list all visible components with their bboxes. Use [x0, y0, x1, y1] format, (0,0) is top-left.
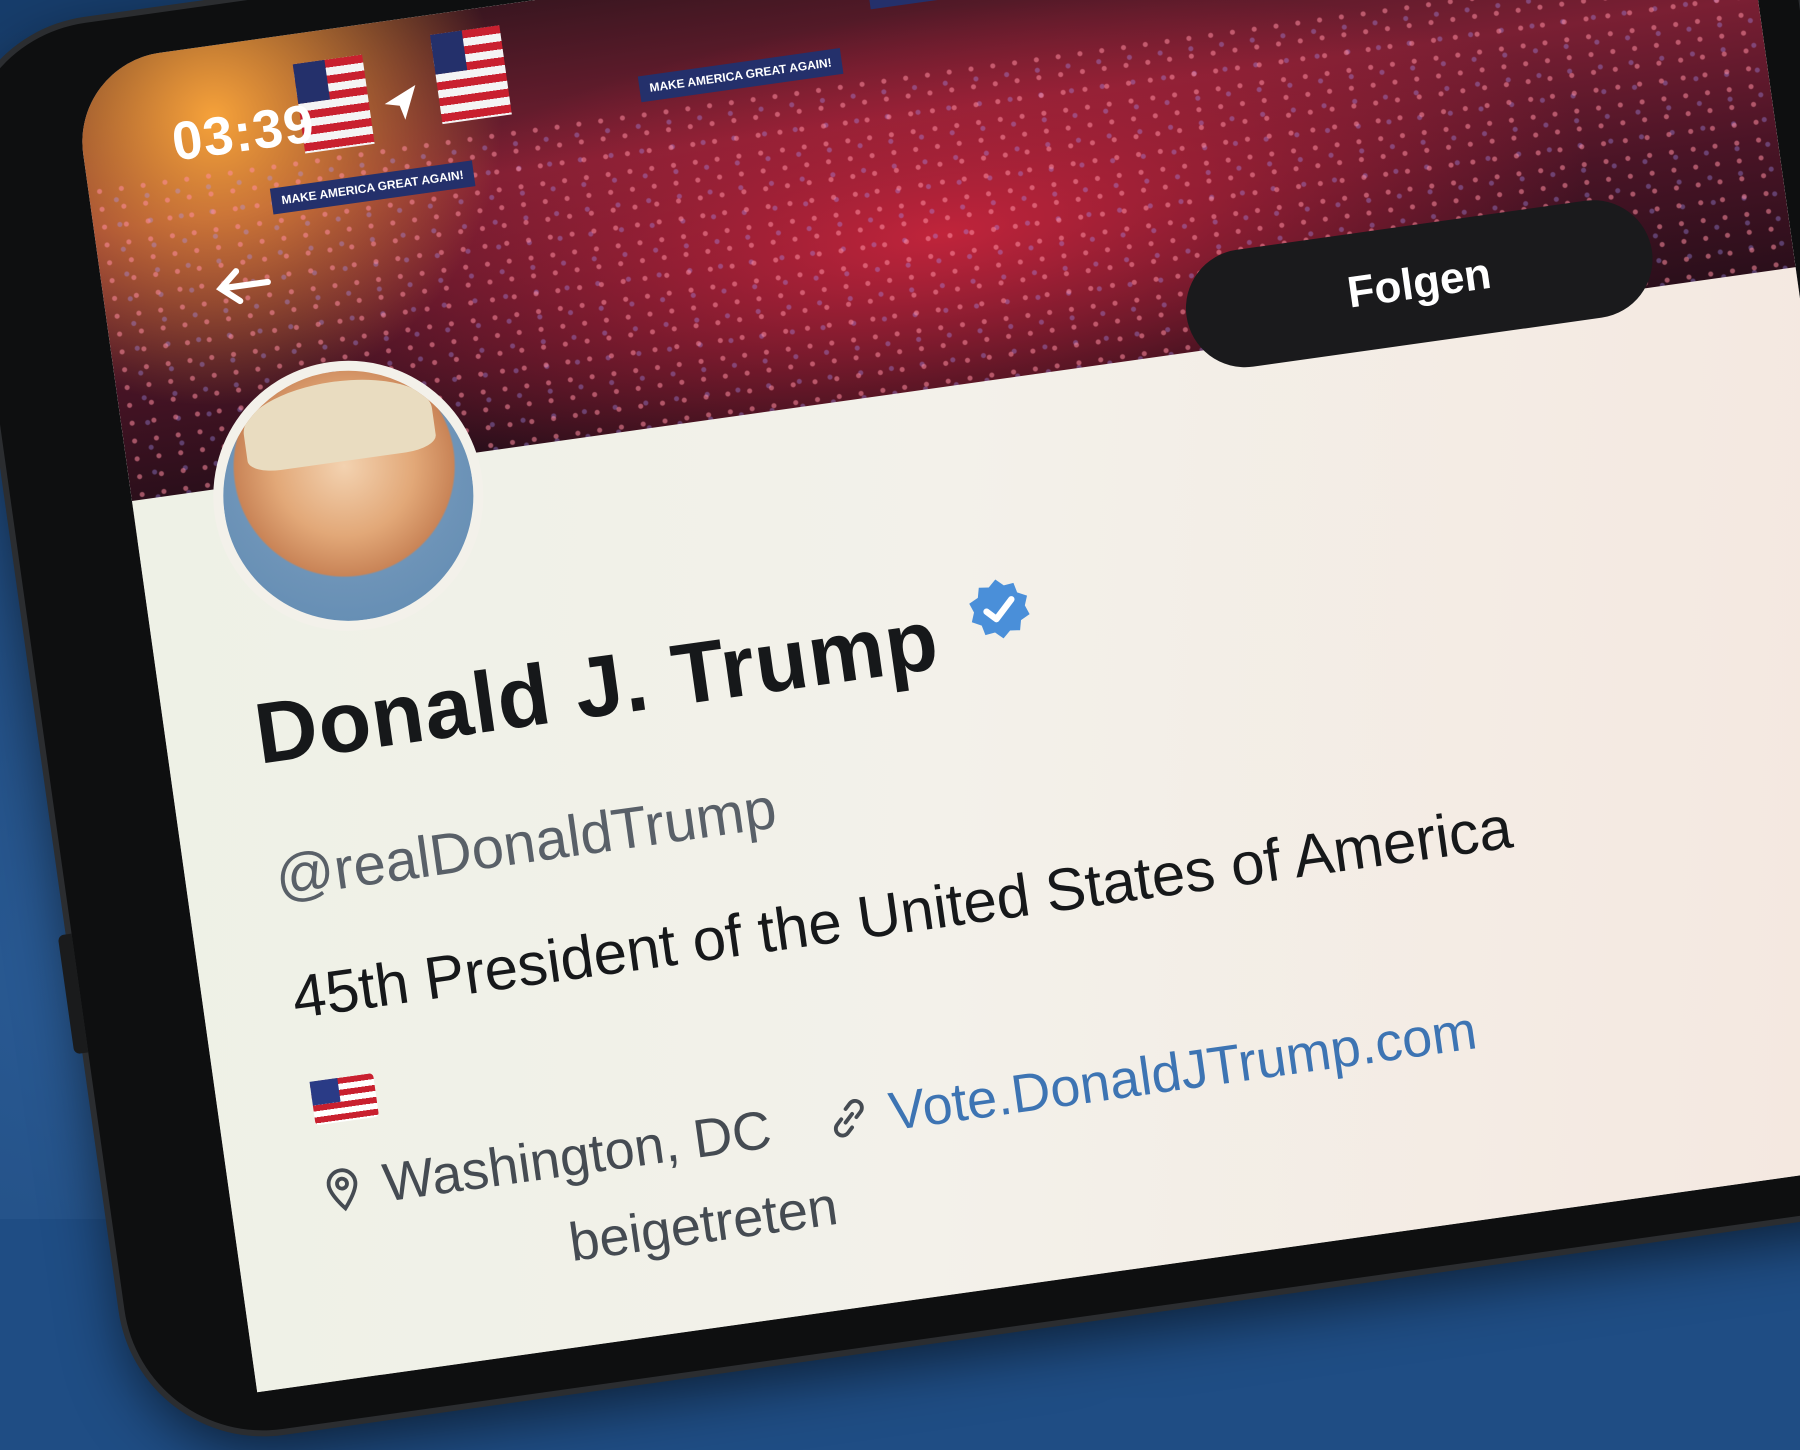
location-arrow-icon [384, 84, 416, 120]
location-pin-icon [326, 1168, 358, 1212]
verified-badge-icon [968, 579, 1030, 638]
us-flag-emoji [309, 1073, 380, 1126]
banner-sign: DONALD J. TRUMP [867, 0, 1001, 10]
banner-us-flag [430, 25, 512, 125]
phone-screen: MAKE AMERICA GREAT AGAIN! MAKE AMERICA G… [70, 0, 1800, 1393]
smartphone: MAKE AMERICA GREAT AGAIN! MAKE AMERICA G… [0, 0, 1800, 1449]
link-icon [834, 1098, 864, 1138]
back-arrow-icon[interactable] [210, 259, 276, 311]
